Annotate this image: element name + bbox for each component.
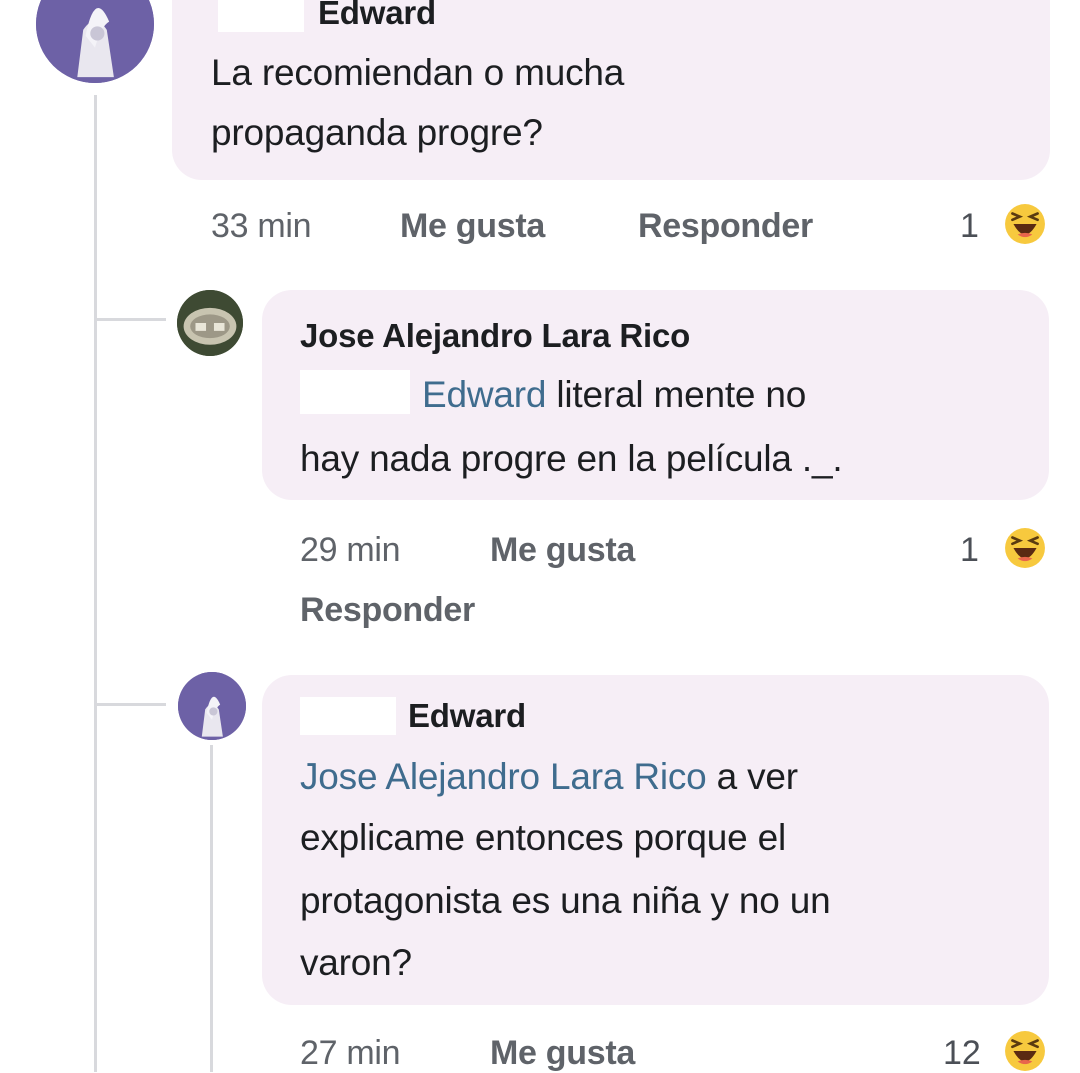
haha-emoji-icon[interactable] xyxy=(1004,1030,1046,1072)
reaction-count-1[interactable]: 1 xyxy=(960,207,979,246)
comment-author-3[interactable]: Edward xyxy=(408,697,526,735)
redaction-2 xyxy=(300,370,410,414)
like-button-1[interactable]: Me gusta xyxy=(400,207,545,246)
avatar-edward-2[interactable] xyxy=(178,672,246,740)
comment-author-2[interactable]: Jose Alejandro Lara Rico xyxy=(300,317,690,355)
comment-text-3-line-3: protagonista es una niña y no un xyxy=(300,880,831,921)
avatar-jose-image xyxy=(177,290,243,356)
redaction-3 xyxy=(300,697,396,735)
reply-button-2[interactable]: Responder xyxy=(300,591,475,630)
comment-text-1-line-2: propaganda progre? xyxy=(211,112,543,153)
avatar-jose[interactable] xyxy=(177,290,243,356)
thread-line-main xyxy=(94,95,97,1072)
comment-time-3: 27 min xyxy=(300,1034,401,1072)
comment-text-3-line-1: Jose Alejandro Lara Rico a ver xyxy=(300,747,798,807)
comment-text-1-line-1: La recomiendan o mucha xyxy=(211,52,625,93)
comment-time-1: 33 min xyxy=(211,207,312,245)
mention-jose[interactable]: Jose Alejandro Lara Rico xyxy=(300,756,707,797)
like-button-2[interactable]: Me gusta xyxy=(490,531,635,570)
comment-text-3-line-1-rest: a ver xyxy=(706,756,798,797)
mention-edward[interactable]: Edward xyxy=(422,374,546,415)
avatar-edward-image xyxy=(36,0,154,83)
thread-line-branch-2 xyxy=(94,703,166,706)
comment-time-2: 29 min xyxy=(300,531,401,569)
redaction-1 xyxy=(218,0,304,32)
like-button-3[interactable]: Me gusta xyxy=(490,1034,635,1073)
comment-text-2-line-1: Edward literal mente no xyxy=(422,365,806,425)
avatar-edward[interactable] xyxy=(36,0,154,83)
avatar-edward-2-image xyxy=(178,672,246,740)
reply-button-1[interactable]: Responder xyxy=(638,207,813,246)
comment-text-3-line-2: explicame entonces porque el xyxy=(300,817,786,858)
comment-text-3-line-4: varon? xyxy=(300,942,412,983)
reaction-count-2[interactable]: 1 xyxy=(960,531,979,570)
comment-text-2-line-2: hay nada progre en la película ._. xyxy=(300,438,843,479)
reaction-count-3[interactable]: 12 xyxy=(943,1034,981,1073)
comment-author-1[interactable]: Edward xyxy=(318,0,436,32)
haha-emoji-icon[interactable] xyxy=(1004,527,1046,569)
thread-line-reply-3 xyxy=(210,745,213,1072)
haha-emoji-icon[interactable] xyxy=(1004,203,1046,245)
thread-line-branch-1 xyxy=(94,318,166,321)
comment-text-2-line-1-rest: literal mente no xyxy=(546,374,807,415)
